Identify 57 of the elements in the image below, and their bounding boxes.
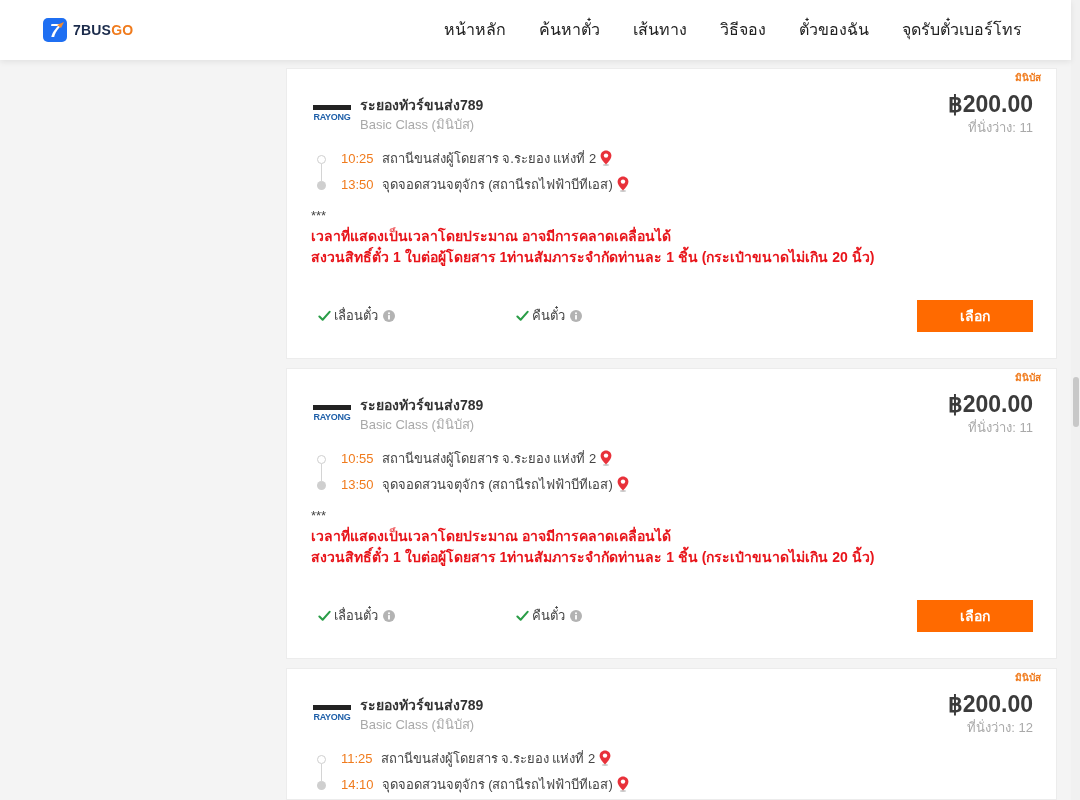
departure-time: 13:50 [341,476,374,494]
stop-name: สถานีขนส่งผู้โดยสาร จ.ระยอง แห่งที่ 2 [381,150,597,168]
seats-available: ที่นั่งว่าง: 11 [968,418,1033,437]
scrollbar-thumb[interactable] [1072,377,1079,427]
stop-name: จุดจอดสวนจตุจักร (สถานีรถไฟฟ้าบีทีเอส) [381,176,613,194]
departure-time: 10:55 [341,450,374,468]
operator-logo: RAYONG [313,105,351,125]
ticket-price: ฿200.00 [947,90,1033,118]
warning-note: เวลาที่แสดงเป็นเวลาโดยประมาณ อาจมีการคลาดเคลื่อนได้ [311,526,672,546]
policy-label: คืนตั๋ว [532,607,565,625]
vehicle-tag: มินิบัส [1015,671,1041,685]
logo-wordmark[interactable]: 7BUSGO [73,19,134,41]
ticket-price: ฿200.00 [947,690,1033,718]
nav-link[interactable]: วิธีจอง [720,19,766,41]
map-pin-icon[interactable] [600,150,613,166]
service-class: Basic Class (มินิบัส) [360,116,476,134]
timeline-line [321,464,322,482]
seats-available: ที่นั่งว่าง: 12 [967,718,1033,737]
policy-label: เลื่อนตั๋ว [334,607,378,625]
policy-label: เลื่อนตั๋ว [334,307,378,325]
stop-name: สถานีขนส่งผู้โดยสาร จ.ระยอง แห่งที่ 2 [380,750,596,768]
warning-note: สงวนสิทธิ์ตั๋ว 1 ใบต่อผู้โดยสาร 1ท่านสัมภาระจำกัดท่านละ 1 ชิ้น (กระเป๋าขนาดไม่เกิน 20 นิ้ว) [311,247,1033,268]
operator-logo: RAYONG [313,405,351,425]
map-pin-icon[interactable] [599,750,612,766]
stop-name: สถานีขนส่งผู้โดยสาร จ.ระยอง แห่งที่ 2 [381,450,597,468]
map-pin-icon[interactable] [616,476,629,492]
nav-link[interactable]: เส้นทาง [633,19,687,41]
departure-time: 10:25 [341,150,374,168]
service-class: Basic Class (มินิบัส) [360,416,476,434]
warning-note: เวลาที่แสดงเป็นเวลาโดยประมาณ อาจมีการคลาดเคลื่อนได้ [311,226,672,246]
nav-link[interactable]: ตั๋วของฉัน [799,19,869,41]
nav-link[interactable]: หน้าหลัก [444,19,506,41]
policy-label: คืนตั๋ว [532,307,565,325]
map-pin-icon[interactable] [616,176,629,192]
timeline-line [321,764,322,782]
stop-name: จุดจอดสวนจตุจักร (สถานีรถไฟฟ้าบีทีเอส) [381,776,613,794]
warning-note: สงวนสิทธิ์ตั๋ว 1 ใบต่อผู้โดยสาร 1ท่านสัมภาระจำกัดท่านละ 1 ชิ้น (กระเป๋าขนาดไม่เกิน 20 นิ้ว) [311,547,1033,568]
operator-name: ระยองทัวร์ขนส่ง789 [360,696,484,715]
vehicle-tag: มินิบัส [1015,371,1041,385]
map-pin-icon[interactable] [600,450,613,466]
service-class: Basic Class (มินิบัส) [360,716,476,734]
timeline-line [321,164,322,182]
departure-time: 11:25 [341,750,373,768]
nav-link[interactable]: จุดรับตั๋วเบอร์โทร [902,19,1022,41]
stop-name: จุดจอดสวนจตุจักร (สถานีรถไฟฟ้าบีทีเอส) [381,476,613,494]
operator-name: ระยองทัวร์ขนส่ง789 [360,396,484,415]
note-marker: *** [311,507,328,525]
nav-link[interactable]: ค้นหาตั๋ว [539,19,600,41]
departure-time: 14:10 [341,776,374,794]
seats-available: ที่นั่งว่าง: 11 [968,118,1033,137]
ticket-price: ฿200.00 [947,390,1033,418]
departure-time: 13:50 [341,176,374,194]
map-pin-icon[interactable] [616,776,629,792]
operator-name: ระยองทัวร์ขนส่ง789 [360,96,484,115]
vehicle-tag: มินิบัส [1015,71,1041,85]
note-marker: *** [311,207,328,225]
operator-logo: RAYONG [313,705,351,725]
